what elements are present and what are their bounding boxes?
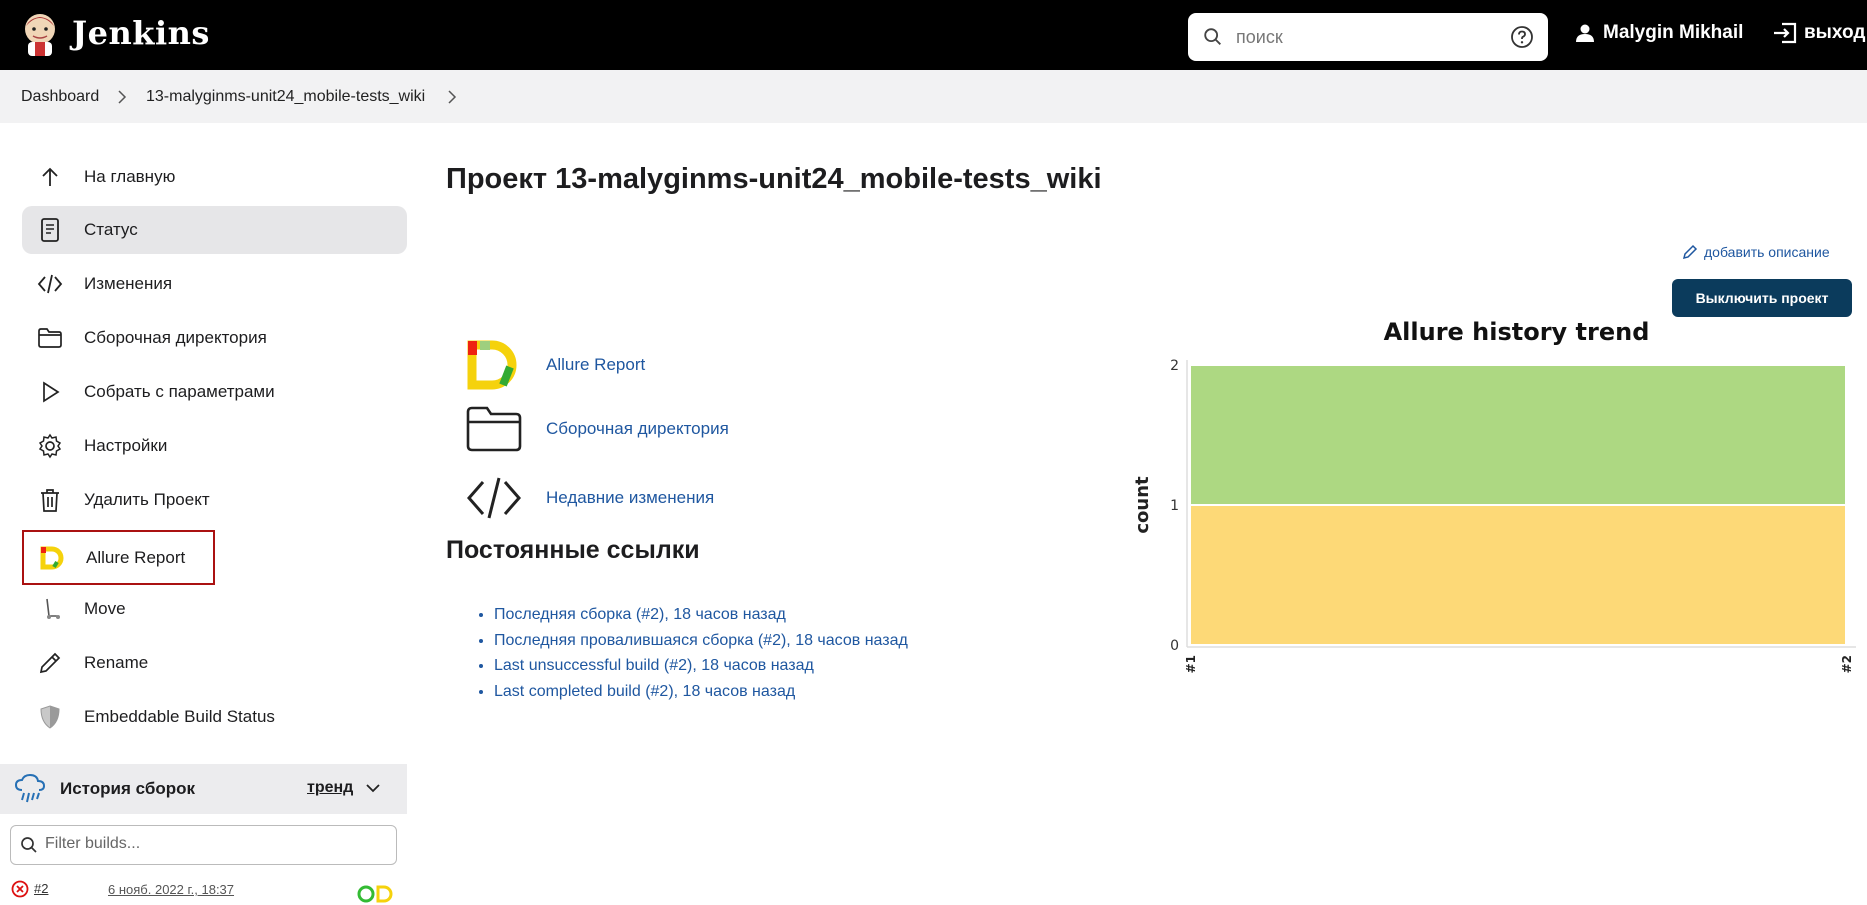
sidebar-item-label: Embeddable Build Status [84,707,275,726]
build-history-title: История сборок [60,779,196,798]
permalink[interactable]: Последняя провалившаяся сборка (#2), 18 … [494,632,908,649]
jenkins-brand[interactable]: Jenkins [72,14,210,52]
gear-icon [36,432,64,460]
allure-icon [38,544,66,572]
permalink[interactable]: Last unsuccessful build (#2), 18 часов н… [494,657,814,674]
play-icon [36,378,64,406]
search-icon [1204,28,1221,45]
search-input[interactable] [1236,23,1486,51]
y-axis-label: count [1132,476,1153,534]
build-date[interactable]: 6 нояб. 2022 г., 18:37 [108,882,234,897]
sidebar-item-rename[interactable]: Rename [22,639,407,687]
main-link-label[interactable]: Сборочная директория [546,419,729,439]
folder-icon [464,403,524,455]
pencil-icon [1682,244,1698,260]
sidebar-item-move[interactable]: Move [22,585,407,633]
failed-status-icon [11,880,29,898]
permalink[interactable]: Last completed build (#2), 18 часов наза… [494,683,795,700]
sidebar-item-label: Статус [84,220,138,239]
build-row[interactable]: #2 6 нояб. 2022 г., 18:37 [10,880,407,905]
scooter-icon [36,595,64,623]
main-link-recent-changes[interactable]: Недавние изменения [464,472,714,524]
chevron-right-icon [118,90,127,104]
logout-link[interactable]: выход [1772,22,1865,44]
allure-history-trend-chart[interactable]: Allure history trend 0 1 2 #1 #2 count [1130,310,1860,690]
arrow-up-icon [36,163,64,191]
code-icon [464,472,524,524]
chart-area-series-1 [1189,364,1847,506]
allure-badge-icon[interactable] [356,882,394,904]
breadcrumb-project[interactable]: 13-malyginms-unit24_mobile-tests_wiki [146,88,425,106]
sidebar-item-label: Сборочная директория [84,328,267,347]
filter-builds-input[interactable] [45,835,375,853]
weather-rain-icon [14,774,46,803]
user-icon [1576,24,1594,42]
code-icon [36,270,64,298]
list-item: Last completed build (#2), 18 часов наза… [494,679,908,705]
logout-label: выход [1804,22,1866,43]
user-menu[interactable]: Malygin Mikhail [1575,22,1743,44]
shield-icon [36,703,64,731]
add-description-label: добавить описание [1704,244,1830,260]
list-item: Last unsuccessful build (#2), 18 часов н… [494,653,908,679]
sidebar-item-delete[interactable]: Удалить Проект [22,476,407,524]
chevron-down-icon[interactable] [366,783,380,793]
trash-icon [36,486,64,514]
sidebar-item-label: Удалить Проект [84,490,210,509]
sidebar-item-label: Собрать с параметрами [84,382,275,401]
breadcrumb: Dashboard 13-malyginms-unit24_mobile-tes… [0,70,1867,123]
main-link-label[interactable]: Allure Report [546,355,645,375]
sidebar-item-configure[interactable]: Настройки [22,422,407,470]
sidebar-item-label: Rename [84,653,149,672]
sidebar-item-label: Настройки [84,436,168,455]
chart-title: Allure history trend [1384,318,1650,346]
main-link-allure-report[interactable]: Allure Report [464,339,645,391]
sidebar-item-status[interactable]: Статус [22,206,407,254]
list-item: Последняя сборка (#2), 18 часов назад [494,602,908,628]
sidebar-item-home[interactable]: На главную [22,153,407,201]
allure-icon [464,339,524,391]
sidebar-item-build-with-params[interactable]: Собрать с параметрами [22,368,407,416]
y-tick-label: 0 [1170,638,1179,654]
permalinks-list: Последняя сборка (#2), 18 часов назад По… [494,602,908,704]
sidebar-item-label: Изменения [84,274,173,293]
chevron-right-icon[interactable] [447,90,457,104]
filter-builds-box[interactable] [10,825,397,865]
add-description-link[interactable]: добавить описание [1682,244,1830,260]
x-tick-label: #1 [1184,655,1198,673]
jenkins-logo-icon[interactable] [20,12,60,58]
help-icon[interactable] [1510,25,1534,49]
search-box[interactable] [1188,13,1548,61]
top-bar: Jenkins Malygin Mikhail выход [0,0,1867,70]
sidebar-item-label: На главную [84,167,176,186]
trend-link[interactable]: тренд [307,779,353,797]
sidebar-item-changes[interactable]: Изменения [22,260,407,308]
sidebar-item-label: Allure Report [86,547,186,567]
sidebar-item-embeddable-build-status[interactable]: Embeddable Build Status [22,693,407,741]
page-title: Проект 13-malyginms-unit24_mobile-tests_… [446,163,1102,195]
logout-icon [1774,22,1797,44]
y-tick-label: 2 [1170,358,1179,374]
permalink[interactable]: Последняя сборка (#2), 18 часов назад [494,606,786,623]
folder-icon [36,324,64,352]
main-link-label[interactable]: Недавние изменения [546,488,714,508]
sidebar-item-allure-report[interactable]: Allure Report [22,530,215,585]
sidebar-item-label: Move [84,599,126,618]
build-history-header: История сборок тренд [0,764,407,814]
chart-area-series-0 [1189,504,1847,646]
breadcrumb-dashboard[interactable]: Dashboard [21,88,99,106]
list-item: Последняя провалившаяся сборка (#2), 18 … [494,628,908,654]
search-icon [21,837,37,853]
y-tick-label: 1 [1170,498,1179,514]
user-name: Malygin Mikhail [1603,22,1744,43]
sidebar-item-workspace[interactable]: Сборочная директория [22,314,407,362]
pencil-icon [36,649,64,677]
document-icon [36,216,64,244]
main-link-workspace[interactable]: Сборочная директория [464,403,729,455]
build-number[interactable]: #2 [34,881,48,896]
x-tick-label: #2 [1840,655,1854,673]
permalinks-title: Постоянные ссылки [446,536,700,564]
